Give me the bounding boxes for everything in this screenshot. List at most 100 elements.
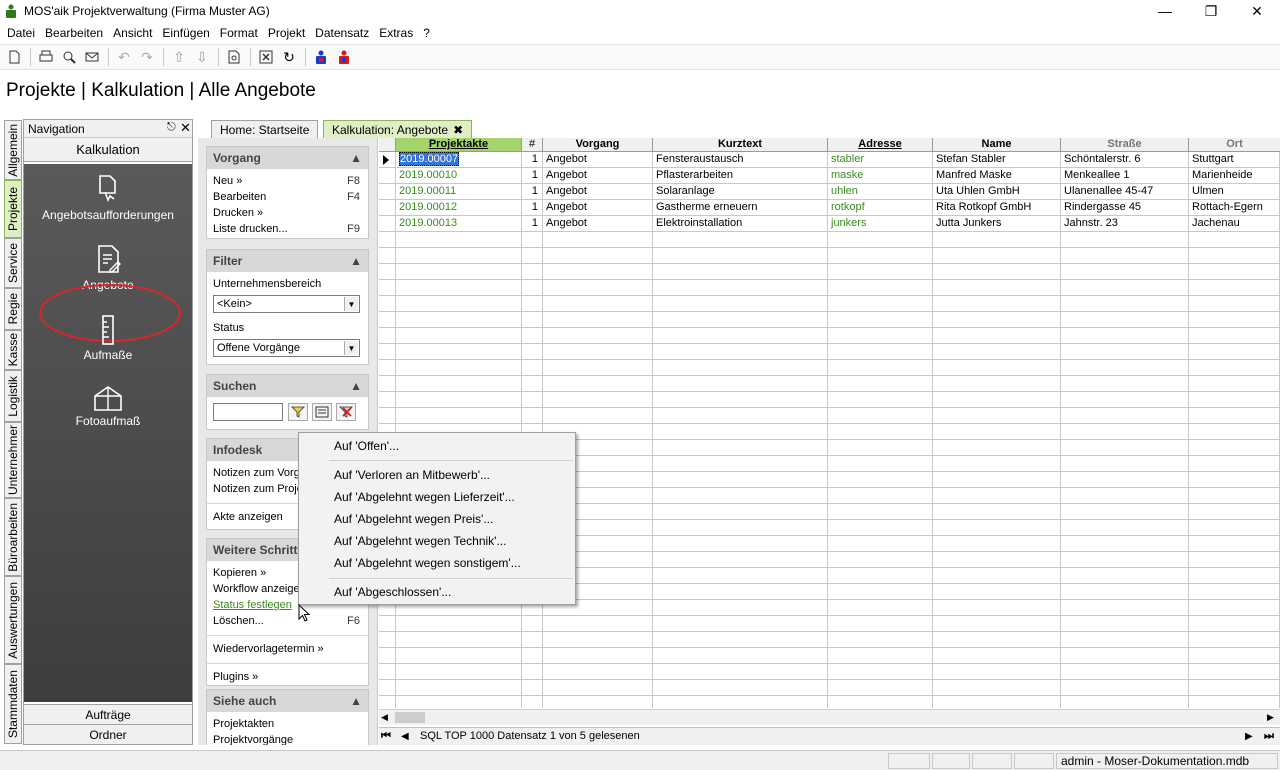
column-header-adresse[interactable]: Adresse: [828, 138, 933, 152]
action-notizen-vorgang[interactable]: Notizen zum Vorga: [213, 467, 306, 479]
grid-cell[interactable]: Jachenau: [1189, 216, 1279, 232]
nav-item-aufmasse[interactable]: Aufmaße: [24, 314, 192, 362]
refresh-icon[interactable]: ↻: [278, 46, 300, 68]
mail-icon[interactable]: [81, 46, 103, 68]
clear-filter-icon[interactable]: [336, 403, 356, 421]
grid-cell[interactable]: Pflasterarbeiten: [653, 168, 827, 184]
restore-button[interactable]: ❐: [1188, 0, 1234, 22]
grid-cell[interactable]: Ulmen: [1189, 184, 1279, 200]
menu-projekt[interactable]: Projekt: [263, 26, 310, 40]
vtab-logistik[interactable]: Logistik: [4, 370, 22, 422]
action-liste-drucken[interactable]: Liste drucken...: [213, 223, 288, 235]
grid-cell[interactable]: Jahnstr. 23: [1061, 216, 1188, 232]
grid-cell[interactable]: stabler: [828, 152, 932, 168]
print-icon[interactable]: [35, 46, 57, 68]
collapse-icon[interactable]: ▲: [350, 151, 362, 165]
action-drucken[interactable]: Drucken »: [213, 207, 263, 219]
tab-home-startseite[interactable]: Home: Startseite: [211, 120, 319, 138]
nav-item-fotoaufmass[interactable]: Fotoaufmaß: [24, 384, 192, 428]
vtab-auswertungen[interactable]: Auswertungen: [4, 576, 22, 664]
menu-format[interactable]: Format: [215, 26, 263, 40]
grid-cell[interactable]: Angebot: [543, 168, 652, 184]
grid-cell[interactable]: 1: [522, 152, 542, 168]
menu-bearbeiten[interactable]: Bearbeiten: [40, 26, 108, 40]
menu-item-abgelehnt-sonstigem[interactable]: Auf 'Abgelehnt wegen sonstigem'...: [334, 556, 521, 570]
user-blue-icon[interactable]: [310, 46, 332, 68]
action-akte-anzeigen[interactable]: Akte anzeigen: [213, 511, 283, 523]
horizontal-scrollbar[interactable]: ◀ ▶: [379, 709, 1280, 725]
close-tab-icon[interactable]: ✖: [453, 123, 463, 137]
vtab-projekte[interactable]: Projekte: [4, 180, 22, 238]
menu-datensatz[interactable]: Datensatz: [310, 26, 374, 40]
grid-cell[interactable]: Uta Uhlen GmbH: [933, 184, 1060, 200]
grid-cell[interactable]: 2019.00012: [396, 200, 521, 216]
grid-cell[interactable]: Menkeallee 1: [1061, 168, 1188, 184]
vtab-service[interactable]: Service: [4, 238, 22, 288]
search-list-icon[interactable]: [312, 403, 332, 421]
action-neu[interactable]: Neu »: [213, 175, 242, 187]
grid-cell[interactable]: Rindergasse 45: [1061, 200, 1188, 216]
arrow-up-icon[interactable]: ⇧: [168, 46, 190, 68]
scroll-thumb[interactable]: [395, 712, 425, 723]
grid-cell[interactable]: 2019.00013: [396, 216, 521, 232]
link-projektakten[interactable]: Projektakten: [213, 718, 274, 730]
column-header-ort[interactable]: Ort: [1189, 138, 1280, 152]
grid-cell[interactable]: Stefan Stabler: [933, 152, 1060, 168]
grid-cell[interactable]: Angebot: [543, 200, 652, 216]
vtab-bueroarbeiten[interactable]: Büroarbeiten: [4, 498, 22, 576]
grid-cell[interactable]: Gastherme erneuern: [653, 200, 827, 216]
action-bearbeiten[interactable]: Bearbeiten: [213, 191, 266, 203]
close-icon[interactable]: ✕: [180, 120, 191, 136]
action-kopieren[interactable]: Kopieren »: [213, 567, 266, 579]
grid-cell[interactable]: Angebot: [543, 152, 652, 168]
link-projektvorgaenge[interactable]: Projektvorgänge: [213, 734, 293, 745]
action-notizen-projekt[interactable]: Notizen zum Proje: [213, 483, 303, 495]
undo-icon[interactable]: ↶: [113, 46, 135, 68]
scroll-right-icon[interactable]: ▶: [1267, 712, 1274, 723]
search-filter-icon[interactable]: [288, 403, 308, 421]
action-loeschen[interactable]: Löschen...: [213, 615, 264, 627]
grid-cell[interactable]: Solaranlage: [653, 184, 827, 200]
grid-cell[interactable]: 1: [522, 216, 542, 232]
nav-bottom-auftraege[interactable]: Aufträge: [24, 704, 192, 724]
pin-icon[interactable]: ⎋: [167, 121, 176, 134]
grid-cell[interactable]: Rottach-Egern: [1189, 200, 1279, 216]
action-wiedervorlagetermin[interactable]: Wiedervorlagetermin »: [213, 643, 324, 655]
grid-cell[interactable]: 1: [522, 168, 542, 184]
vtab-unternehmer[interactable]: Unternehmer: [4, 422, 22, 498]
column-header-kurztext[interactable]: Kurztext: [653, 138, 828, 152]
group-header[interactable]: Filter ▲: [207, 250, 368, 272]
grid-cell[interactable]: 2019.00010: [396, 168, 521, 184]
grid-cell[interactable]: Rita Rotkopf GmbH: [933, 200, 1060, 216]
arrow-down-icon[interactable]: ⇩: [191, 46, 213, 68]
group-header[interactable]: Suchen ▲: [207, 375, 368, 397]
action-plugins[interactable]: Plugins »: [213, 671, 258, 683]
grid-cell[interactable]: Fensteraustausch: [653, 152, 827, 168]
vtab-stammdaten[interactable]: Stammdaten: [4, 664, 22, 744]
nav-item-angebotsaufforderungen[interactable]: Angebotsaufforderungen: [24, 174, 192, 222]
action-workflow-anzeigen[interactable]: Workflow anzeige: [213, 583, 300, 595]
grid-cell[interactable]: 1: [522, 200, 542, 216]
new-document-icon[interactable]: [3, 46, 25, 68]
chevron-down-icon[interactable]: ▼: [344, 297, 358, 311]
grid-cell[interactable]: 2019.00011: [396, 184, 521, 200]
nav-bottom-ordner[interactable]: Ordner: [24, 724, 192, 744]
unternehmensbereich-select[interactable]: <Kein> ▼: [213, 295, 360, 313]
menu-datei[interactable]: Datei: [2, 26, 40, 40]
chevron-down-icon[interactable]: ▼: [344, 341, 358, 355]
grid-cell[interactable]: Jutta Junkers: [933, 216, 1060, 232]
menu-help[interactable]: ?: [418, 26, 435, 40]
last-record-icon[interactable]: ⏭: [1264, 730, 1274, 743]
search-input[interactable]: [213, 403, 283, 421]
scroll-left-icon[interactable]: ◀: [381, 712, 388, 723]
menu-extras[interactable]: Extras: [374, 26, 418, 40]
next-record-icon[interactable]: ▶: [1245, 731, 1253, 742]
grid-cell[interactable]: Stuttgart: [1189, 152, 1279, 168]
redo-icon[interactable]: ↷: [136, 46, 158, 68]
grid-cell[interactable]: Ulanenallee 45-47: [1061, 184, 1188, 200]
document-search-icon[interactable]: [223, 46, 245, 68]
vtab-kasse[interactable]: Kasse: [4, 330, 22, 370]
grid-cell[interactable]: 2019.00007: [396, 152, 521, 168]
grid-cell[interactable]: junkers: [828, 216, 932, 232]
collapse-icon[interactable]: ▲: [350, 254, 362, 268]
